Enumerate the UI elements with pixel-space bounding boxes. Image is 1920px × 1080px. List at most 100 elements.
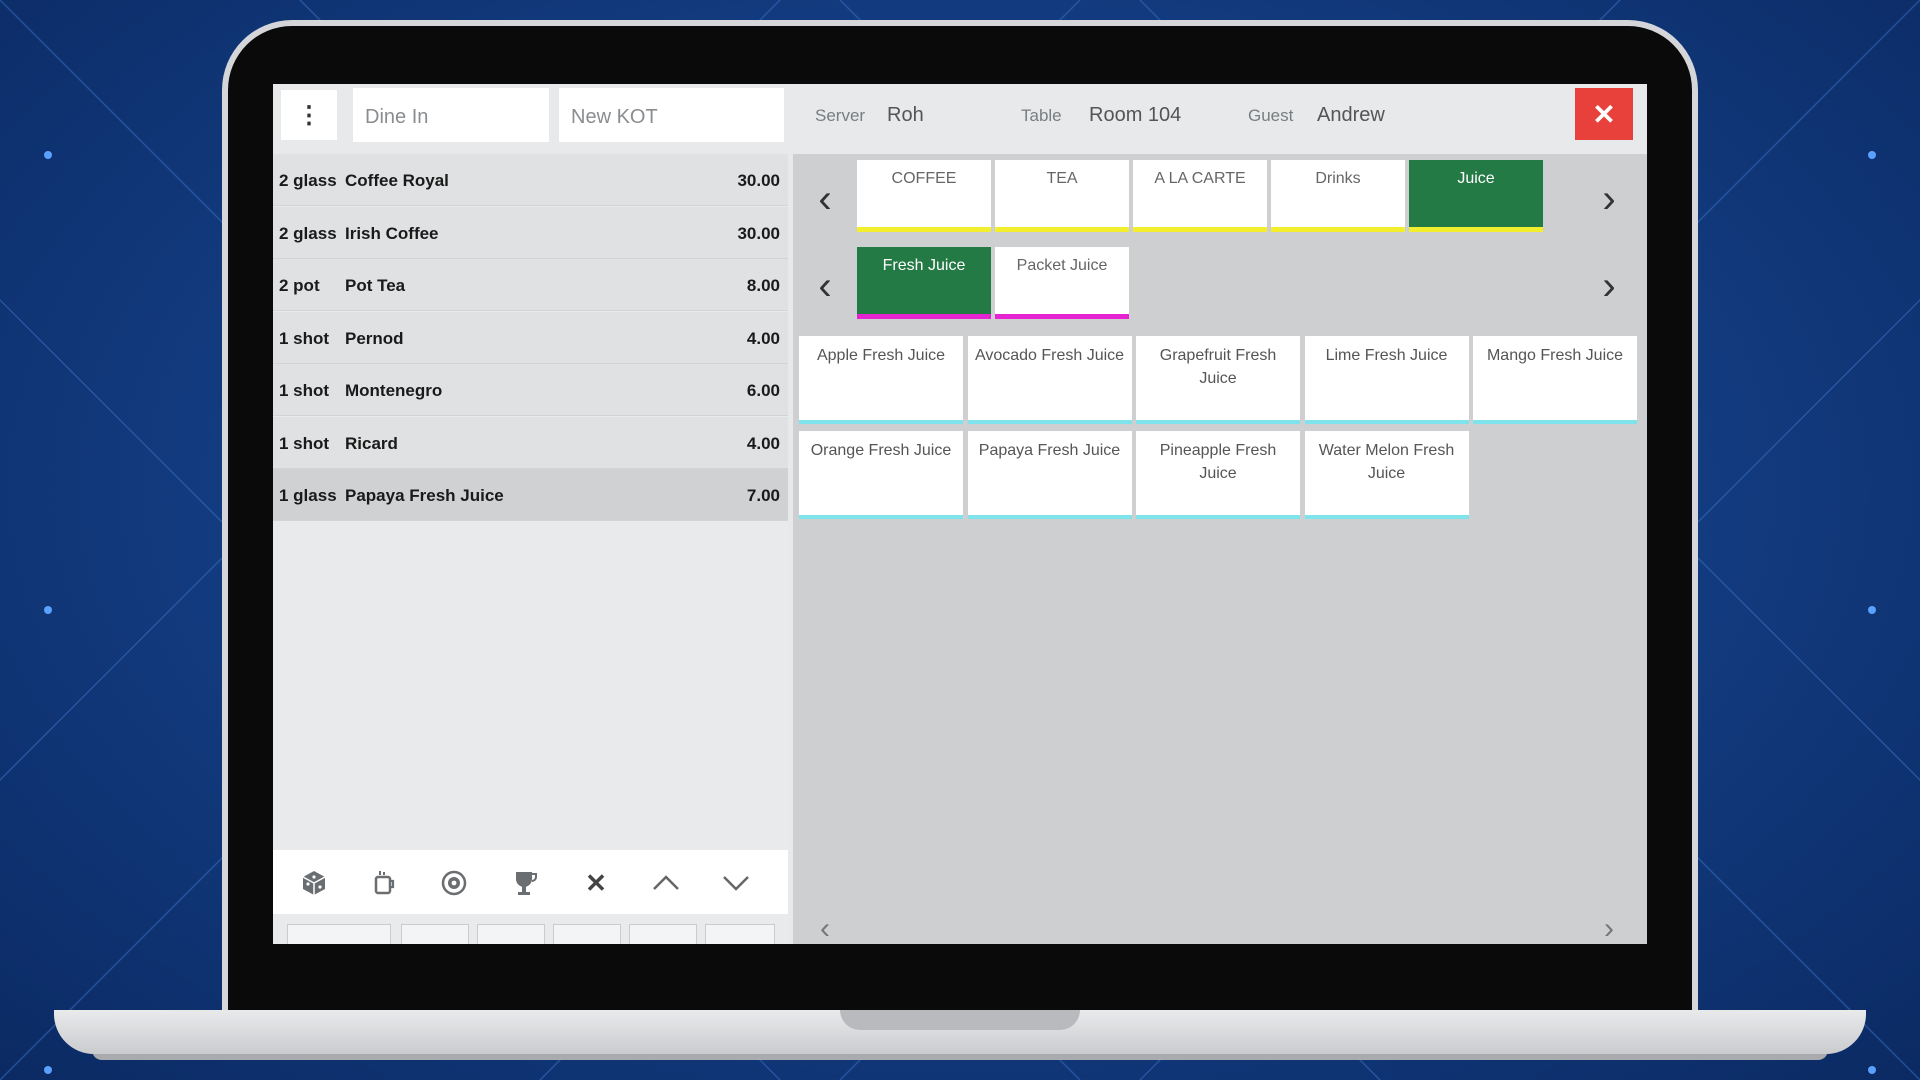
pos-screen: ⋮ Dine In New KOT Server Roh Table Room … bbox=[273, 84, 1647, 944]
category-label: TEA bbox=[1046, 170, 1078, 187]
bottom-tab[interactable] bbox=[477, 924, 545, 944]
category-label: Drinks bbox=[1315, 170, 1361, 187]
server-value[interactable]: Roh bbox=[887, 104, 924, 127]
bottom-tab[interactable] bbox=[401, 924, 469, 944]
subcategory-next-arrow-icon[interactable]: › bbox=[1589, 261, 1629, 311]
menu-item-button[interactable]: Papaya Fresh Juice bbox=[967, 431, 1132, 519]
menu-item-button[interactable]: Pineapple Fresh Juice bbox=[1136, 431, 1300, 519]
order-qty: 2 glass bbox=[279, 223, 337, 243]
subcategory-button-packet-juice[interactable]: Packet Juice bbox=[995, 247, 1129, 319]
menu-item-color-bar bbox=[799, 420, 963, 424]
kebab-menu-icon: ⋮ bbox=[297, 101, 321, 129]
subcategory-label: Packet Juice bbox=[1016, 257, 1108, 274]
category-label: Juice bbox=[1457, 170, 1495, 187]
category-color-bar bbox=[1271, 227, 1405, 232]
menu-item-label: Papaya Fresh Juice bbox=[978, 442, 1121, 459]
table-value[interactable]: Room 104 bbox=[1089, 104, 1181, 127]
menu-item-button[interactable]: Lime Fresh Juice bbox=[1304, 336, 1469, 424]
menu-item-label: Mango Fresh Juice bbox=[1486, 347, 1624, 364]
bottom-tab[interactable] bbox=[629, 924, 697, 944]
menu-item-color-bar bbox=[1473, 420, 1637, 424]
menu-item-label: Water Melon Fresh Juice bbox=[1318, 442, 1455, 482]
category-button-tea[interactable]: TEA bbox=[995, 160, 1129, 232]
menu-item-label: Lime Fresh Juice bbox=[1325, 347, 1448, 364]
kot-field[interactable]: New KOT bbox=[559, 88, 784, 142]
order-item-price: 4.00 bbox=[746, 433, 780, 453]
cup-icon[interactable] bbox=[367, 866, 401, 900]
order-item-price: 8.00 bbox=[746, 276, 780, 295]
order-type-field[interactable]: Dine In bbox=[353, 88, 549, 142]
top-bar: ⋮ Dine In New KOT Server Roh Table Room … bbox=[273, 84, 1647, 154]
order-row[interactable]: 2 pot Pot Tea 8.00 bbox=[273, 259, 788, 311]
order-qty: 2 pot bbox=[279, 276, 320, 295]
bottom-tab[interactable] bbox=[705, 924, 775, 944]
order-item-name: Pot Tea bbox=[345, 276, 406, 295]
subcategory-prev-arrow-icon[interactable]: ‹ bbox=[805, 261, 845, 311]
more-menu-button[interactable]: ⋮ bbox=[281, 90, 337, 140]
menu-item-color-bar bbox=[1136, 420, 1300, 424]
order-row[interactable]: 1 shot Ricard 4.00 bbox=[273, 416, 788, 469]
close-button[interactable]: ✕ bbox=[1575, 88, 1633, 140]
category-button-a-la-carte[interactable]: A LA CARTE bbox=[1133, 160, 1267, 232]
trophy-icon[interactable] bbox=[507, 866, 541, 900]
laptop-notch bbox=[840, 1010, 1080, 1030]
category-label: A LA CARTE bbox=[1154, 170, 1246, 187]
order-item-price: 6.00 bbox=[746, 381, 780, 400]
guest-label: Guest bbox=[1248, 106, 1294, 125]
order-row[interactable]: 2 glass Coffee Royal 30.00 bbox=[273, 154, 788, 206]
category-next-arrow-icon[interactable]: › bbox=[1589, 174, 1629, 224]
category-color-bar bbox=[995, 227, 1129, 232]
category-button-juice[interactable]: Juice bbox=[1409, 160, 1543, 232]
bottom-tab[interactable] bbox=[287, 924, 391, 944]
order-item-name: Ricard bbox=[345, 433, 398, 453]
close-icon: ✕ bbox=[1592, 98, 1616, 130]
menu-item-button[interactable]: Apple Fresh Juice bbox=[799, 336, 963, 424]
category-button-coffee[interactable]: COFFEE bbox=[857, 160, 991, 232]
order-qty: 1 shot bbox=[279, 381, 330, 400]
menu-item-button[interactable]: Mango Fresh Juice bbox=[1473, 336, 1637, 424]
items-next-arrow-icon[interactable]: › bbox=[1589, 912, 1629, 944]
chevron-down-icon[interactable] bbox=[719, 866, 753, 900]
order-item-price: 7.00 bbox=[746, 486, 780, 505]
order-qty: 1 glass bbox=[279, 486, 337, 505]
order-qty: 1 shot bbox=[279, 433, 330, 453]
dice-icon[interactable] bbox=[297, 866, 331, 900]
order-item-name: Papaya Fresh Juice bbox=[345, 486, 504, 505]
chevron-up-icon[interactable] bbox=[649, 866, 683, 900]
order-row[interactable]: 1 shot Pernod 4.00 bbox=[273, 311, 788, 364]
menu-item-color-bar bbox=[1304, 515, 1469, 519]
guest-value[interactable]: Andrew bbox=[1317, 104, 1385, 127]
menu-item-button[interactable]: Orange Fresh Juice bbox=[799, 431, 963, 519]
order-row[interactable]: 1 glass Papaya Fresh Juice 7.00 bbox=[273, 469, 788, 521]
delete-icon[interactable]: ✕ bbox=[579, 866, 613, 900]
menu-item-label: Grapefruit Fresh Juice bbox=[1159, 347, 1277, 387]
category-label: COFFEE bbox=[891, 170, 957, 187]
menu-item-color-bar bbox=[1304, 420, 1469, 424]
order-item-name: Coffee Royal bbox=[345, 171, 449, 190]
menu-item-label: Avocado Fresh Juice bbox=[974, 347, 1125, 364]
coin-icon[interactable] bbox=[437, 866, 471, 900]
order-item-name: Montenegro bbox=[345, 381, 443, 400]
server-label: Server bbox=[815, 106, 866, 125]
category-button-drinks[interactable]: Drinks bbox=[1271, 160, 1405, 232]
order-row[interactable]: 2 glass Irish Coffee 30.00 bbox=[273, 206, 788, 259]
category-prev-arrow-icon[interactable]: ‹ bbox=[805, 174, 845, 224]
table-label: Table bbox=[1021, 106, 1062, 125]
order-item-price: 4.00 bbox=[746, 328, 780, 348]
menu-item-label: Pineapple Fresh Juice bbox=[1159, 442, 1277, 482]
menu-item-button[interactable]: Water Melon Fresh Juice bbox=[1304, 431, 1469, 519]
order-item-price: 30.00 bbox=[737, 171, 780, 190]
menu-item-button[interactable]: Avocado Fresh Juice bbox=[967, 336, 1132, 424]
order-toolbar: ✕ bbox=[273, 850, 788, 914]
items-prev-arrow-icon[interactable]: ‹ bbox=[805, 912, 845, 944]
subcategory-color-bar bbox=[857, 314, 991, 319]
menu-panel: ‹ › ‹ › COFFEE TEA A LA CARTE Drinks Juice F… bbox=[793, 154, 1647, 944]
menu-item-color-bar bbox=[967, 420, 1132, 424]
menu-item-color-bar bbox=[799, 515, 963, 519]
category-color-bar bbox=[1409, 227, 1543, 232]
menu-item-button[interactable]: Grapefruit Fresh Juice bbox=[1136, 336, 1300, 424]
subcategory-button-fresh-juice[interactable]: Fresh Juice bbox=[857, 247, 991, 319]
order-row[interactable]: 1 shot Montenegro 6.00 bbox=[273, 364, 788, 416]
bottom-tab[interactable] bbox=[553, 924, 621, 944]
order-item-name: Pernod bbox=[345, 328, 404, 348]
